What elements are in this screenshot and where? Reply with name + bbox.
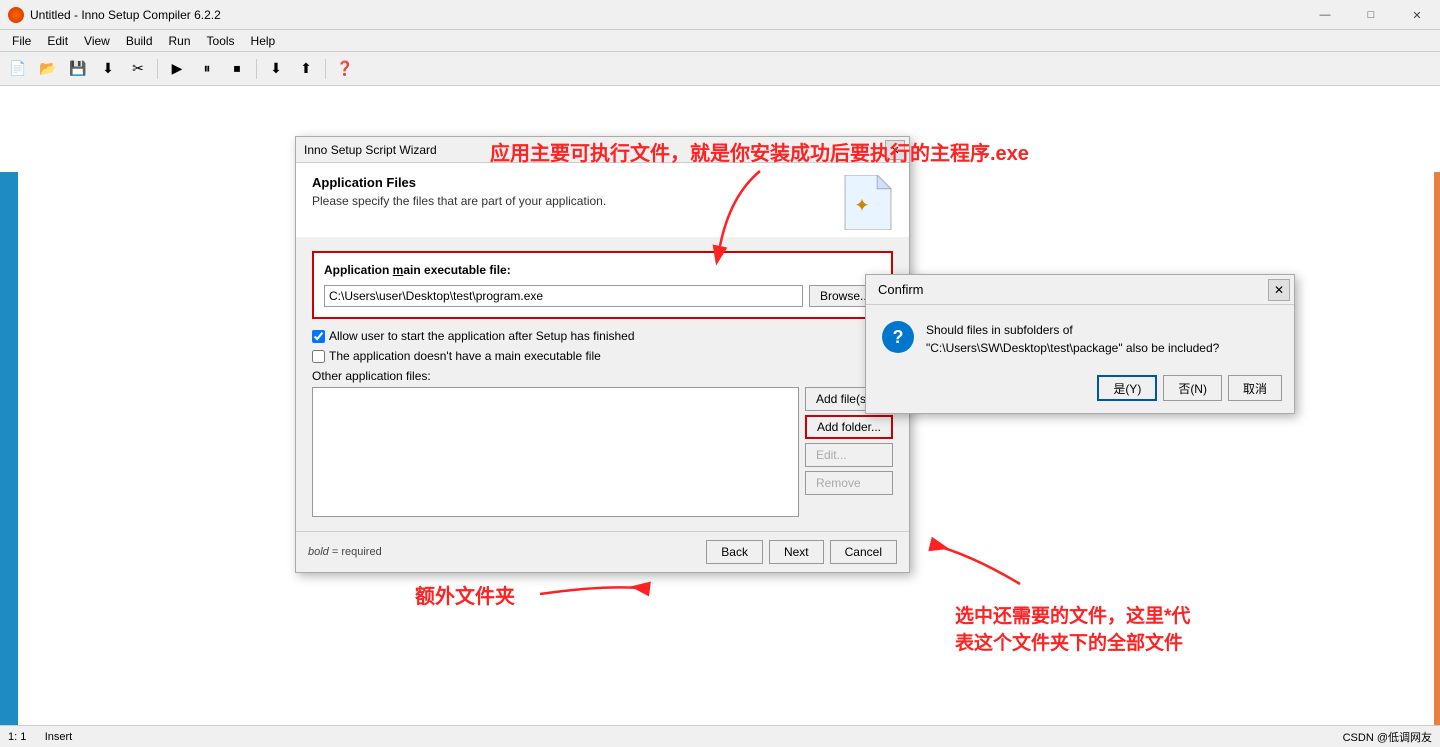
cancel-btn[interactable]: Cancel: [830, 540, 897, 564]
wizard-close-btn[interactable]: ✕: [885, 140, 905, 160]
title-bar: Untitled - Inno Setup Compiler 6.2.2 — □…: [0, 0, 1440, 30]
other-files-label: Other application files:: [312, 369, 893, 383]
main-exe-label: Application main executable file:: [324, 263, 881, 277]
svg-text:✦: ✦: [854, 195, 869, 216]
toolbar-sep1: [157, 59, 158, 79]
window-controls: — □ ✕: [1302, 0, 1440, 30]
menu-view[interactable]: View: [76, 32, 118, 50]
confirm-footer: 是(Y) 否(N) 取消: [866, 367, 1294, 413]
confirm-title-text: Confirm: [878, 282, 924, 297]
allow-start-checkbox[interactable]: [312, 330, 325, 343]
menu-build[interactable]: Build: [118, 32, 161, 50]
toolbar-stop[interactable]: ⏹: [223, 56, 251, 82]
add-folder-btn[interactable]: Add folder...: [805, 415, 893, 439]
footer-buttons: Back Next Cancel: [706, 540, 897, 564]
confirm-yes-btn[interactable]: 是(Y): [1097, 375, 1157, 401]
toolbar-build[interactable]: ⬆: [292, 56, 320, 82]
right-sidebar-strip: [1434, 172, 1440, 747]
confirm-message-line2: "C:\Users\SW\Desktop\test\package" also …: [926, 339, 1219, 357]
toolbar-save[interactable]: 💾: [64, 56, 92, 82]
no-main-exe-checkbox[interactable]: [312, 350, 325, 363]
wizard-body: Application main executable file: Browse…: [296, 237, 909, 531]
files-list[interactable]: [312, 387, 799, 517]
checkbox1-row: Allow user to start the application afte…: [312, 329, 893, 343]
menu-tools[interactable]: Tools: [199, 32, 243, 50]
other-files-area: Add file(s)... Add folder... Edit... Rem…: [312, 387, 893, 517]
main-exe-section: Application main executable file: Browse…: [312, 251, 893, 319]
wizard-title-text: Inno Setup Script Wizard: [304, 143, 437, 157]
wizard-header: Application Files Please specify the fil…: [296, 163, 909, 237]
checkbox2-label[interactable]: The application doesn't have a main exec…: [329, 349, 601, 363]
back-btn[interactable]: Back: [706, 540, 763, 564]
menu-edit[interactable]: Edit: [39, 32, 76, 50]
menu-run[interactable]: Run: [161, 32, 199, 50]
confirm-cancel-btn[interactable]: 取消: [1228, 375, 1282, 401]
app-icon: [8, 7, 24, 23]
confirm-no-btn[interactable]: 否(N): [1163, 375, 1222, 401]
main-exe-input-row: Browse...: [324, 285, 881, 307]
wizard-section-title: Application Files: [312, 175, 606, 190]
title-text: Untitled - Inno Setup Compiler 6.2.2: [30, 8, 221, 22]
wizard-footer: bold = required Back Next Cancel: [296, 531, 909, 572]
wizard-section-subtitle: Please specify the files that are part o…: [312, 194, 606, 208]
confirm-dialog: Confirm ✕ ? Should files in subfolders o…: [865, 274, 1295, 414]
wizard-dialog: Inno Setup Script Wizard ✕ Application F…: [295, 136, 910, 573]
toolbar-download[interactable]: ⬇: [94, 56, 122, 82]
annotation-bottom-right: 选中还需要的文件，这里*代表这个文件夹下的全部文件: [955, 604, 1190, 657]
edit-btn[interactable]: Edit...: [805, 443, 893, 467]
wizard-title-bar: Inno Setup Script Wizard ✕: [296, 137, 909, 163]
status-position: 1: 1 Insert: [8, 731, 1343, 743]
restore-btn[interactable]: □: [1348, 0, 1394, 30]
toolbar: 📄 📂 💾 ⬇ ✂ ▶ ⏸ ⏹ ⬇ ⬆ ❓: [0, 52, 1440, 86]
menu-help[interactable]: Help: [243, 32, 284, 50]
toolbar-compile[interactable]: ⬇: [262, 56, 290, 82]
toolbar-sep3: [325, 59, 326, 79]
minimize-btn[interactable]: —: [1302, 0, 1348, 30]
footer-hint: bold = required: [308, 546, 706, 558]
toolbar-help[interactable]: ❓: [331, 56, 359, 82]
left-sidebar-strip: [0, 172, 18, 747]
close-btn[interactable]: ✕: [1394, 0, 1440, 30]
main-area: Inno Setup Script Wizard ✕ Application F…: [0, 86, 1440, 747]
wizard-icon: ✦: [843, 175, 893, 225]
editor-mode: Insert: [45, 731, 73, 743]
wizard-header-text: Application Files Please specify the fil…: [312, 175, 606, 208]
menu-bar: File Edit View Build Run Tools Help: [0, 30, 1440, 52]
bold-text: bold: [308, 546, 329, 558]
status-brand: CSDN @低调网友: [1343, 729, 1432, 745]
cursor-position: 1: 1: [8, 731, 26, 743]
menu-file[interactable]: File: [4, 32, 39, 50]
confirm-icon-circle: ?: [882, 321, 914, 353]
toolbar-cut[interactable]: ✂: [124, 56, 152, 82]
confirm-message: Should files in subfolders of "C:\Users\…: [926, 321, 1219, 357]
remove-btn[interactable]: Remove: [805, 471, 893, 495]
checkbox2-row: The application doesn't have a main exec…: [312, 349, 893, 363]
toolbar-pause[interactable]: ⏸: [193, 56, 221, 82]
confirm-body: ? Should files in subfolders of "C:\User…: [866, 305, 1294, 367]
toolbar-run[interactable]: ▶: [163, 56, 191, 82]
checkbox1-label[interactable]: Allow user to start the application afte…: [329, 329, 635, 343]
arrow-bottom-right: [920, 494, 1040, 594]
next-btn[interactable]: Next: [769, 540, 824, 564]
confirm-message-line1: Should files in subfolders of: [926, 321, 1219, 339]
confirm-close-btn[interactable]: ✕: [1268, 279, 1290, 301]
main-exe-input[interactable]: [324, 285, 803, 307]
annotation-bottom-left: 额外文件夹: [415, 584, 515, 610]
status-bar: 1: 1 Insert CSDN @低调网友: [0, 725, 1440, 747]
footer-hint-text: = required: [332, 546, 382, 558]
toolbar-sep2: [256, 59, 257, 79]
toolbar-new[interactable]: 📄: [4, 56, 32, 82]
confirm-question-mark: ?: [893, 327, 904, 348]
toolbar-open[interactable]: 📂: [34, 56, 62, 82]
confirm-title-bar: Confirm ✕: [866, 275, 1294, 305]
